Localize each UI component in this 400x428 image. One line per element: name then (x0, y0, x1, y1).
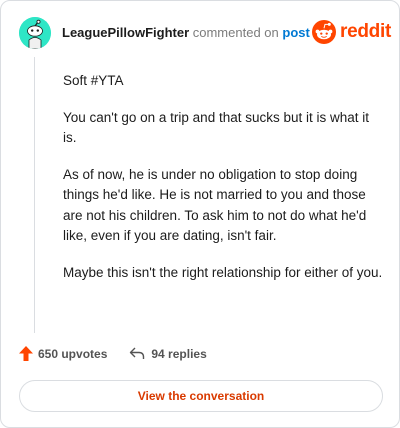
embedded-comment-card: LeaguePillowFighter commented on post re… (0, 0, 400, 428)
reddit-logo-icon (312, 20, 336, 44)
snoo-avatar-icon (19, 17, 51, 49)
reddit-logo[interactable]: reddit (312, 20, 391, 44)
comment-header: LeaguePillowFighter commented on post (62, 25, 310, 40)
reply-count: 94 replies (151, 346, 207, 361)
comment-body: Soft #YTA You can't go on a trip and tha… (63, 71, 383, 299)
reddit-wordmark: reddit (340, 21, 391, 42)
replies-group[interactable]: 94 replies (129, 346, 207, 361)
upvote-arrow-icon (19, 346, 33, 361)
avatar[interactable] (19, 17, 51, 49)
comment-paragraph: As of now, he is under no obligation to … (63, 166, 367, 244)
comment-paragraph: Maybe this isn't the right relationship … (63, 264, 383, 280)
thread-line (34, 57, 35, 333)
post-link[interactable]: post (282, 25, 309, 40)
author-name[interactable]: LeaguePillowFighter (62, 25, 189, 40)
upvote-group[interactable]: 650 upvotes (19, 346, 107, 361)
comment-paragraph: You can't go on a trip and that sucks bu… (63, 109, 370, 146)
comment-paragraph: Soft #YTA (63, 73, 124, 88)
commented-on-text: commented on (192, 25, 279, 40)
upvote-count: 650 upvotes (38, 346, 108, 361)
reply-arrow-icon (130, 347, 145, 359)
view-conversation-button[interactable]: View the conversation (19, 380, 383, 412)
comment-stats: 650 upvotes 94 replies (19, 346, 207, 361)
